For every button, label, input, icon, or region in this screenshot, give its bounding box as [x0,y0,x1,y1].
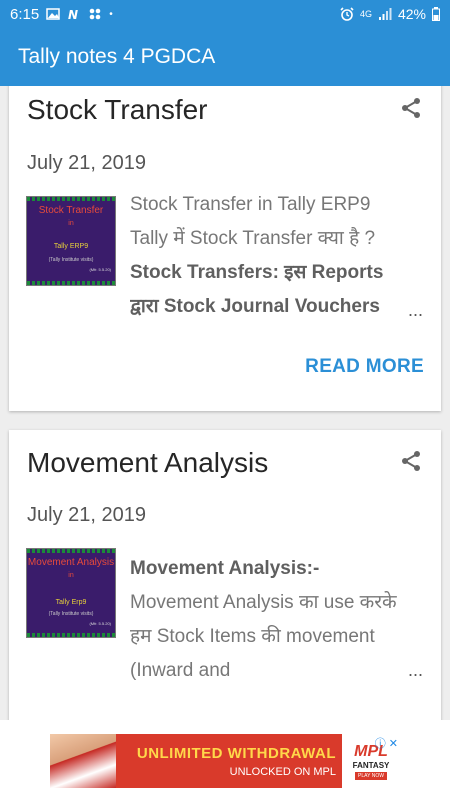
ad-person-image [50,734,116,788]
post-feed[interactable]: Stock Transfer July 21, 2019 Stock Trans… [0,86,450,720]
thumb-subtitle: Tally ERP9 [53,243,89,250]
thumb-title: Stock Transfer in [38,205,104,227]
ad-headline: UNLIMITED WITHDRAWAL [136,744,336,762]
post-card-stock-transfer[interactable]: Stock Transfer July 21, 2019 Stock Trans… [9,86,441,411]
thumb-note: (Tally Institute visits) [48,611,94,617]
battery-percent: 42% [397,6,426,22]
ad-cta[interactable]: PLAY NOW [355,771,387,780]
svg-text:N: N [68,8,78,20]
snippet-ellipsis: ... [407,300,423,320]
share-icon[interactable] [399,96,423,120]
network-label: 4G [359,9,372,19]
ad-subline: UNLOCKED ON MPL [229,765,336,778]
ad-text: UNLIMITED WITHDRAWAL UNLOCKED ON MPL [116,734,342,788]
thumb-title: Movement Analysis in [27,557,115,579]
post-card-movement-analysis[interactable]: Movement Analysis July 21, 2019 Movement… [9,430,441,720]
read-more-button[interactable]: READ MORE [305,356,424,378]
signal-icon [378,8,392,20]
thumb-ref: (Mfr. 5.5.20) [89,621,111,626]
alarm-icon [340,7,354,21]
app-bar: Tally notes 4 PGDCA [0,28,450,86]
battery-icon [432,7,440,21]
dot-icon: • [109,8,113,20]
post-date: July 21, 2019 [27,152,146,174]
apps-icon [89,8,101,20]
post-snippet: Stock Transfer in Tally ERP9 Tally में S… [130,194,384,317]
ad-logo: MPL FANTASY PLAY NOW ⓘ ✕ [342,734,400,788]
post-snippet: Movement Analysis:- Movement Analysis का… [130,558,397,681]
thumb-subtitle: Tally Erp9 [55,599,87,606]
gallery-icon [46,8,60,20]
share-icon[interactable] [399,449,423,473]
ad-bar: UNLIMITED WITHDRAWAL UNLOCKED ON MPL MPL… [0,720,450,800]
post-title[interactable]: Movement Analysis [27,447,268,479]
snippet-ellipsis: ... [407,660,423,680]
thumb-ref: (Mfr. 5.5.20) [89,267,111,272]
post-title[interactable]: Stock Transfer [27,94,208,126]
post-thumbnail[interactable]: Movement Analysis in Tally Erp9 (Tally In… [26,548,116,638]
status-time: 6:15 [10,5,40,23]
post-date: July 21, 2019 [27,504,146,526]
ad-close-icon[interactable]: ⓘ ✕ [375,735,398,751]
status-bar: 6:15 N • 4G 42% [0,0,450,28]
post-thumbnail[interactable]: Stock Transfer in Tally ERP9 (Tally Insti… [26,196,116,286]
n-app-icon: N [68,8,78,20]
thumb-note: (Tally Institute visits) [48,257,94,263]
app-title: Tally notes 4 PGDCA [18,45,216,68]
ad-banner[interactable]: UNLIMITED WITHDRAWAL UNLOCKED ON MPL MPL… [50,734,400,788]
